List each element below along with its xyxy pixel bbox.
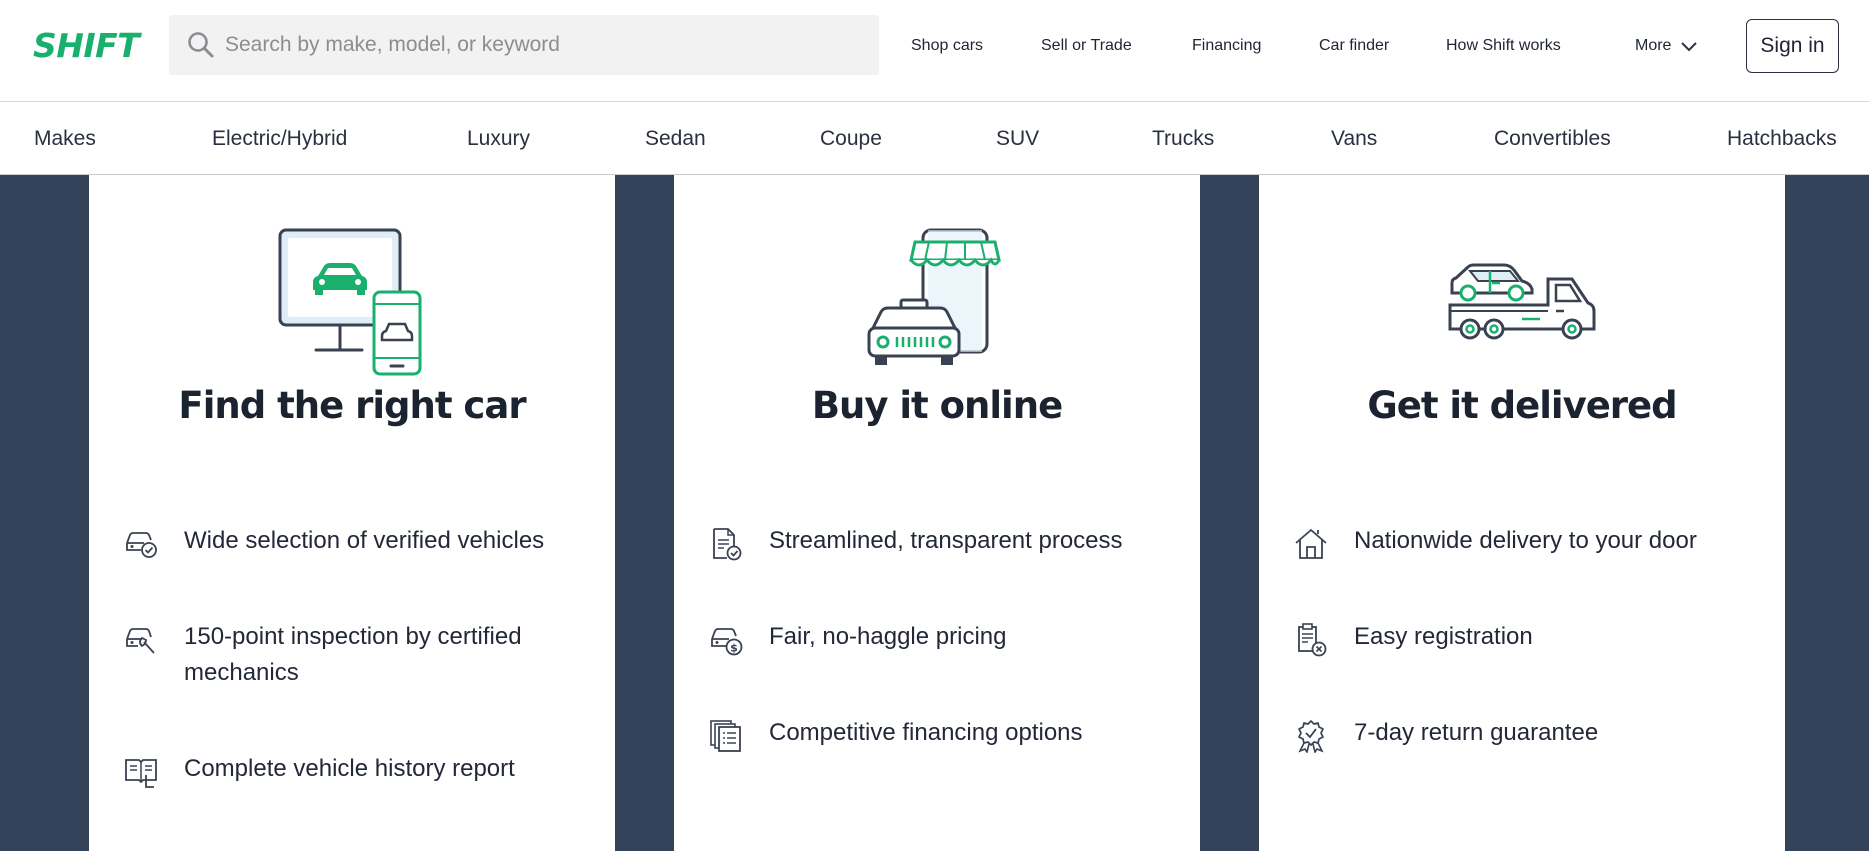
category-coupe[interactable]: Coupe bbox=[820, 126, 882, 152]
category-bar: Makes Electric/Hybrid Luxury Sedan Coupe… bbox=[0, 102, 1869, 175]
feature-item: Streamlined, transparent process bbox=[709, 527, 1149, 561]
nav-more-label: More bbox=[1635, 37, 1672, 54]
car-dollar-icon: $ bbox=[711, 628, 743, 656]
feature-item: Nationwide delivery to your door bbox=[1294, 527, 1734, 561]
feature-text: Streamlined, transparent process bbox=[769, 527, 1123, 554]
document-check-icon bbox=[713, 528, 742, 561]
stacked-documents-icon bbox=[710, 720, 741, 752]
chevron-down-icon bbox=[1681, 42, 1698, 52]
nav-sell-or-trade[interactable]: Sell or Trade bbox=[1041, 32, 1132, 60]
shift-logo[interactable]: SHIFT bbox=[33, 26, 140, 66]
award-badge-icon bbox=[1298, 720, 1324, 753]
feature-text: Easy registration bbox=[1354, 623, 1533, 650]
category-electric-hybrid[interactable]: Electric/Hybrid bbox=[212, 126, 347, 152]
feature-item: Competitive financing options bbox=[709, 719, 1149, 753]
nav-more-menu[interactable]: More bbox=[1635, 32, 1698, 60]
feature-text: 150-point inspection by certified mechan… bbox=[184, 623, 522, 686]
feature-text: 7-day return guarantee bbox=[1354, 719, 1599, 746]
house-icon bbox=[1295, 529, 1327, 559]
category-convertibles[interactable]: Convertibles bbox=[1494, 126, 1611, 152]
card-get-it-delivered: Get it delivered Nationwide delivery to … bbox=[1259, 175, 1785, 851]
category-luxury[interactable]: Luxury bbox=[467, 126, 530, 152]
car-check-icon bbox=[126, 532, 157, 558]
feature-item: Complete vehicle history report bbox=[124, 755, 564, 789]
nav-how-shift-works[interactable]: How Shift works bbox=[1446, 32, 1561, 60]
category-hatchbacks[interactable]: Hatchbacks bbox=[1727, 126, 1837, 152]
nav-car-finder[interactable]: Car finder bbox=[1319, 32, 1389, 60]
search-icon bbox=[188, 32, 214, 58]
search-input[interactable] bbox=[225, 33, 845, 57]
nav-financing[interactable]: Financing bbox=[1192, 32, 1261, 60]
feature-item: Wide selection of verified vehicles bbox=[124, 527, 564, 561]
monitor-phone-car-icon bbox=[278, 228, 422, 376]
category-vans[interactable]: Vans bbox=[1331, 126, 1377, 152]
registration-icon bbox=[1298, 623, 1327, 657]
category-suv[interactable]: SUV bbox=[996, 126, 1039, 152]
feature-item: 150-point inspection by certified mechan… bbox=[124, 623, 564, 691]
nav-shop-cars[interactable]: Shop cars bbox=[911, 32, 983, 60]
category-makes[interactable]: Makes bbox=[34, 126, 96, 152]
feature-item: Easy registration bbox=[1294, 623, 1734, 657]
category-trucks[interactable]: Trucks bbox=[1152, 126, 1214, 152]
phone-shop-car-icon bbox=[867, 228, 1001, 365]
top-header: SHIFT Shop cars Sell or Trade Financing … bbox=[0, 0, 1869, 102]
report-book-icon bbox=[125, 759, 157, 788]
card-find-the-right-car: Find the right car Wide selection of ver… bbox=[89, 175, 615, 851]
svg-text:$: $ bbox=[730, 642, 738, 655]
feature-text: Wide selection of verified vehicles bbox=[184, 527, 545, 554]
tow-truck-car-icon bbox=[1448, 263, 1596, 340]
card-title: Buy it online bbox=[811, 384, 1063, 427]
card-title: Get it delivered bbox=[1367, 384, 1677, 427]
feature-item: 7-day return guarantee bbox=[1294, 719, 1734, 753]
search-bar[interactable] bbox=[169, 15, 879, 75]
feature-text: Fair, no-haggle pricing bbox=[769, 623, 1007, 650]
car-wrench-icon bbox=[126, 628, 155, 654]
feature-text: Competitive financing options bbox=[769, 719, 1083, 746]
feature-text: Complete vehicle history report bbox=[184, 755, 515, 782]
sign-in-button[interactable]: Sign in bbox=[1746, 19, 1839, 73]
category-sedan[interactable]: Sedan bbox=[645, 126, 706, 152]
feature-text: Nationwide delivery to your door bbox=[1354, 527, 1697, 554]
feature-item: $ Fair, no-haggle pricing bbox=[709, 623, 1149, 657]
card-title: Find the right car bbox=[178, 384, 526, 427]
card-buy-it-online: Buy it online Streamlined, transparent p… bbox=[674, 175, 1200, 851]
